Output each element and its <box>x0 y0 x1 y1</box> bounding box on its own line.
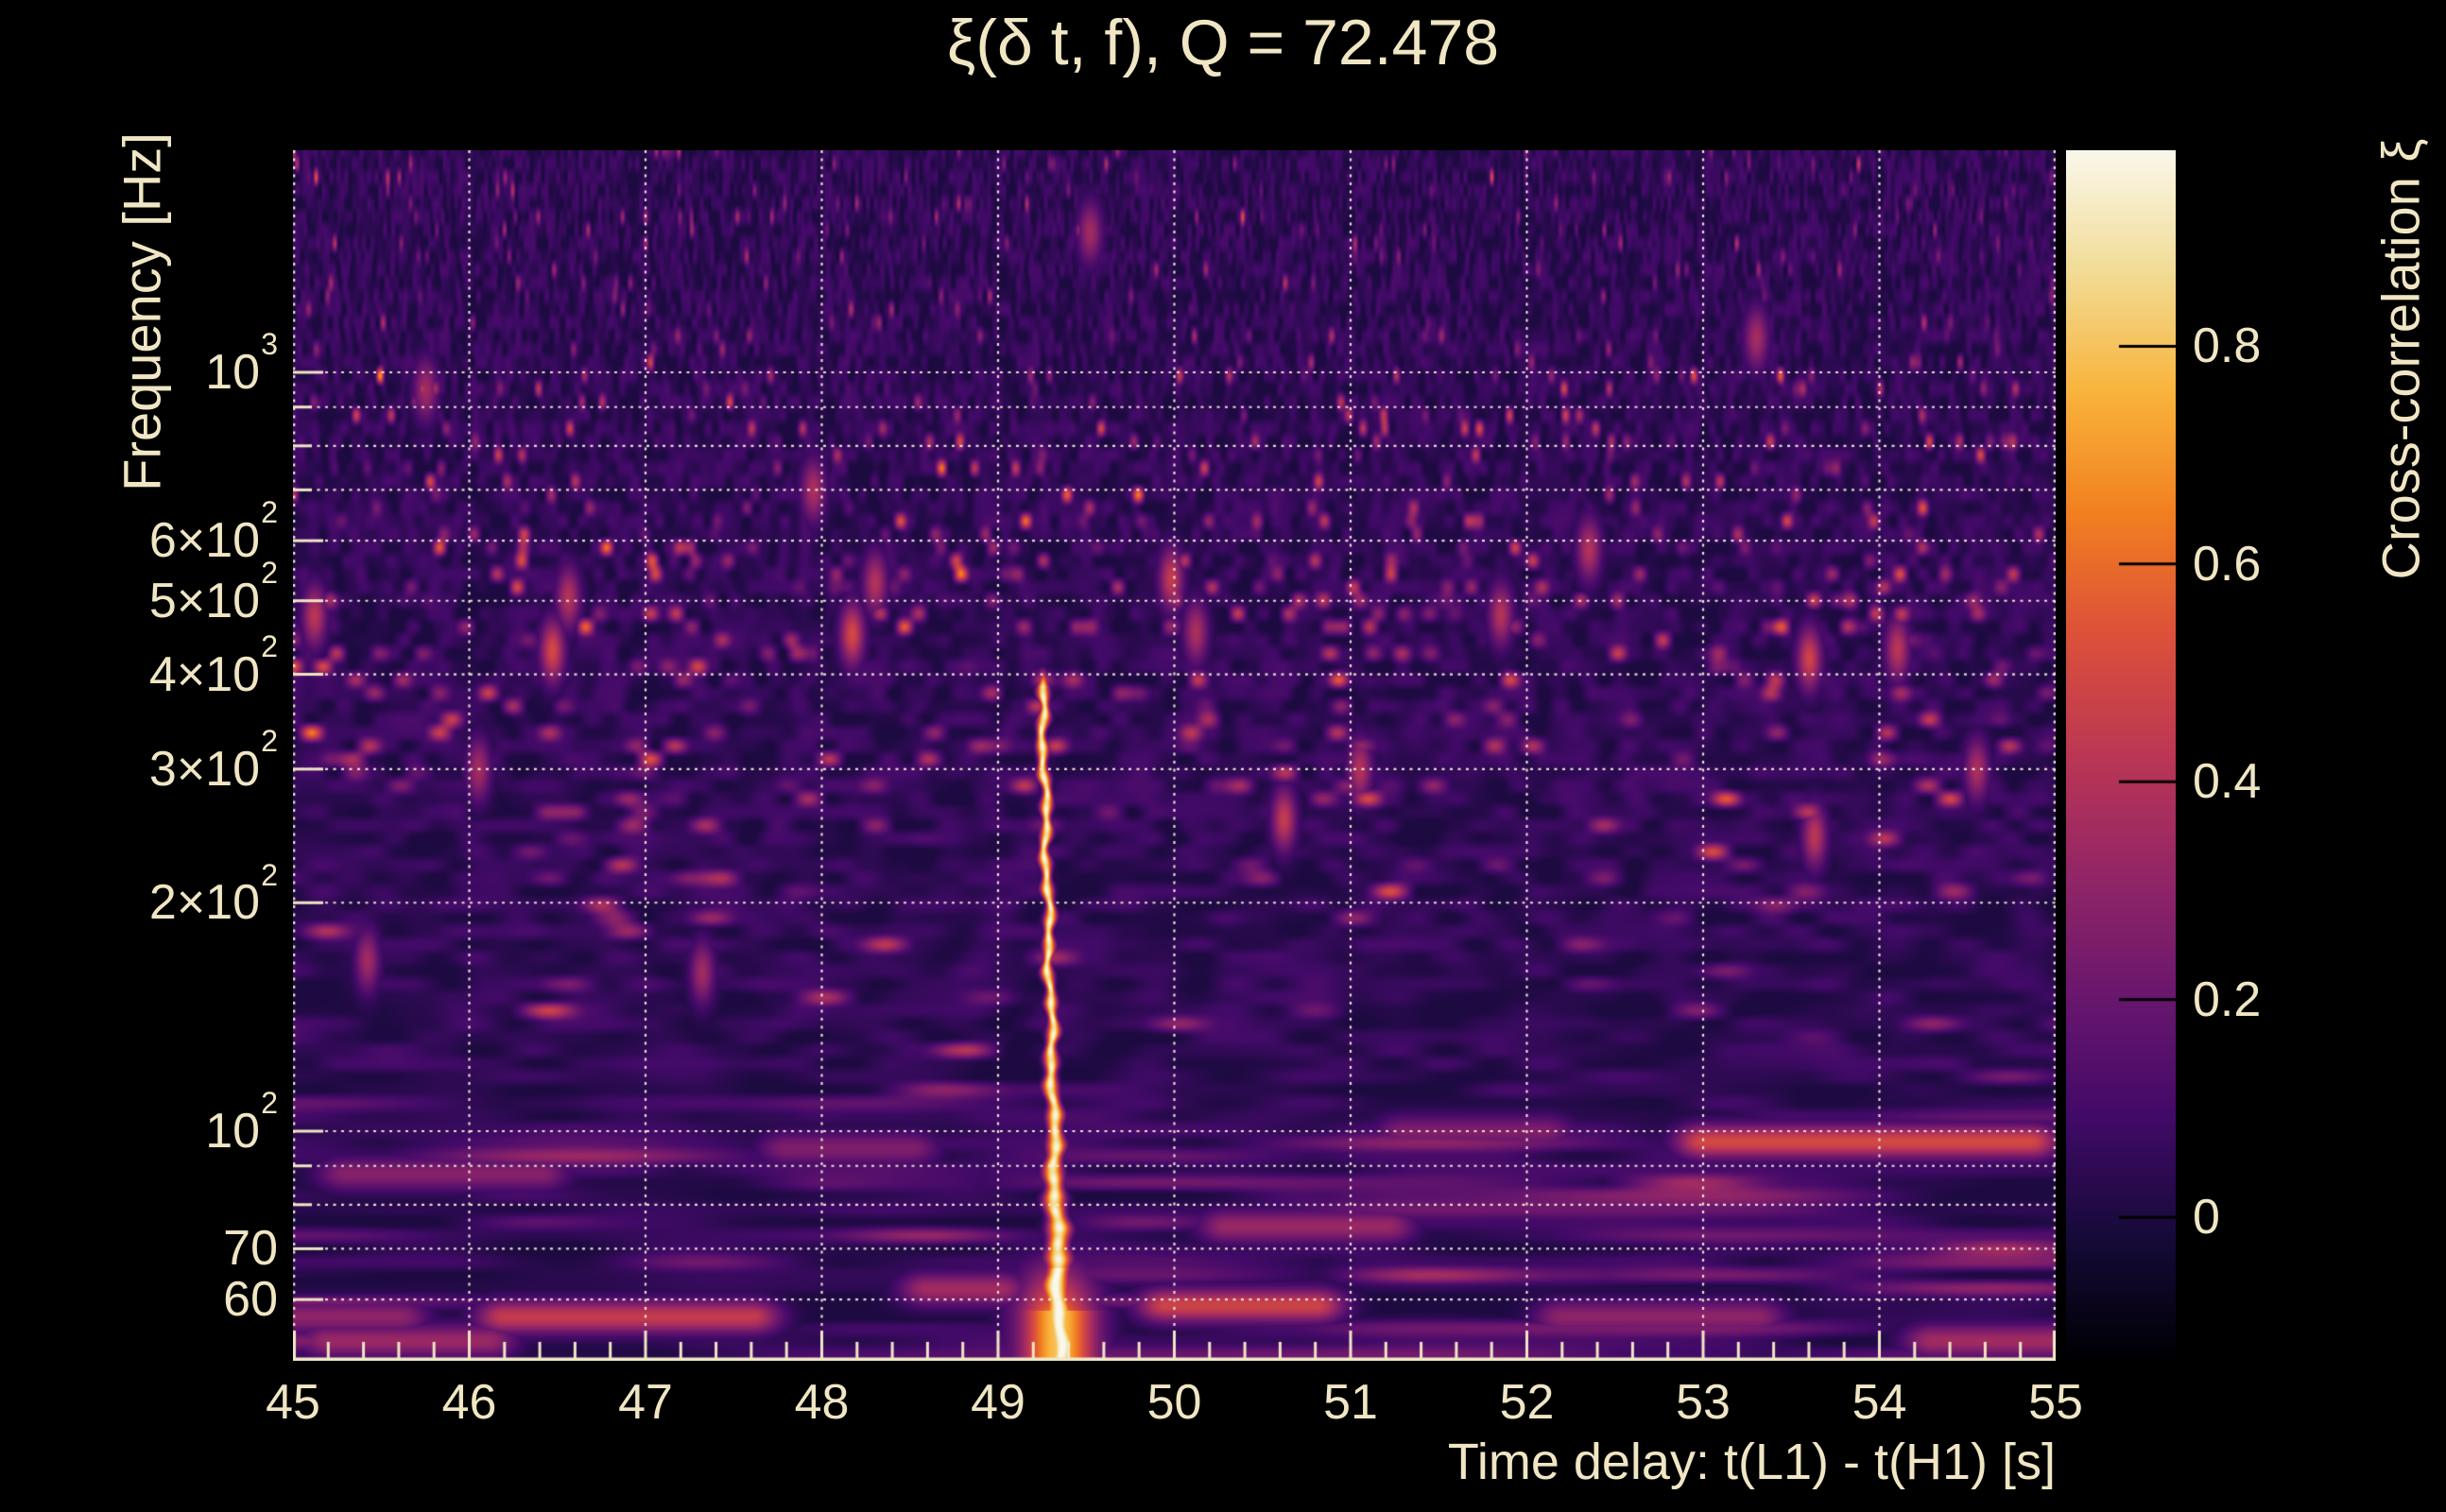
figure: ξ(δ t, f), Q = 72.478 Frequency [Hz] 103… <box>0 0 2446 1512</box>
x-axis-label: Time delay: t(L1) - t(H1) [s] <box>1447 1434 2056 1490</box>
x-tick-label: 50 <box>1146 1375 1202 1430</box>
y-tick-label: 60 <box>223 1272 278 1328</box>
y-tick-label: 2×102 <box>148 857 278 931</box>
y-tick-label: 3×102 <box>148 723 278 798</box>
y-tick-label: 6×102 <box>148 495 278 569</box>
x-tick-label: 48 <box>794 1375 850 1430</box>
x-tick-label: 46 <box>441 1375 497 1430</box>
colorbar-tick-label: 0.6 <box>2193 536 2262 592</box>
y-tick-label: 103 <box>205 327 278 401</box>
x-tick-label: 45 <box>266 1375 320 1430</box>
x-tick-label: 54 <box>1852 1375 1907 1430</box>
y-tick-label: 5×102 <box>148 555 278 628</box>
y-tick-label: 4×102 <box>148 628 278 702</box>
y-tick-label: 102 <box>205 1086 278 1160</box>
colorbar-canvas <box>2066 150 2176 1359</box>
y-tick-label: 70 <box>223 1221 278 1277</box>
chart-title: ξ(δ t, f), Q = 72.478 <box>946 7 1500 78</box>
spectrogram-canvas <box>293 150 2056 1361</box>
colorbar-tick-label: 0.8 <box>2193 318 2262 374</box>
x-tick-label: 53 <box>1676 1375 1731 1430</box>
x-tick-label: 49 <box>971 1375 1025 1430</box>
colorbar-tick-label: 0.2 <box>2193 971 2262 1027</box>
x-tick-label: 55 <box>2028 1375 2083 1430</box>
colorbar-tick-label: 0 <box>2193 1190 2220 1246</box>
colorbar-tick-label: 0.4 <box>2193 754 2262 810</box>
x-tick-label: 52 <box>1499 1375 1555 1430</box>
x-tick-label: 47 <box>618 1375 673 1430</box>
x-tick-label: 51 <box>1323 1375 1378 1430</box>
colorbar-label: Cross-correlation ξ <box>2370 138 2431 580</box>
y-axis-label: Frequency [Hz] <box>112 132 172 491</box>
